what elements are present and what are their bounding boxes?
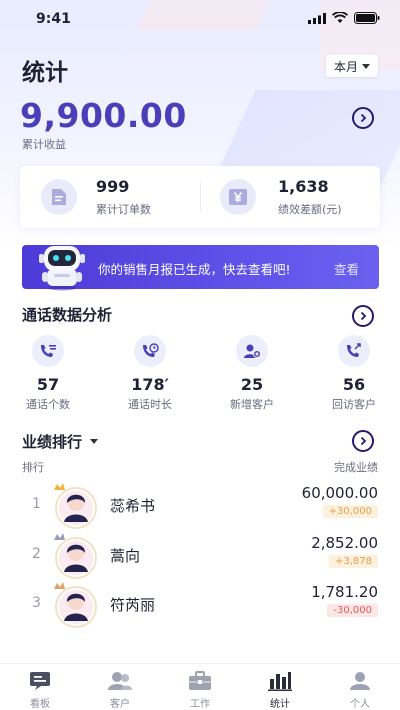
banner-view-link[interactable]: 查看 xyxy=(334,259,359,278)
avatar xyxy=(50,482,98,530)
ranking-row[interactable]: 3 符芮丽 1,781.20 -30,000 xyxy=(0,579,400,629)
profile-icon xyxy=(320,670,400,692)
performance-value: 1,638 xyxy=(278,177,329,196)
chevron-right-icon xyxy=(360,113,367,123)
customers-icon xyxy=(80,670,160,692)
performance-label: 绩效差额(元) xyxy=(278,203,342,216)
tab-profile-label: 个人 xyxy=(350,699,370,710)
chevron-down-icon xyxy=(90,439,99,444)
yen-icon xyxy=(220,179,256,215)
call-duration-value: 178′ xyxy=(131,375,169,394)
new-customers-label: 新增客户 xyxy=(230,398,274,411)
page-title: 统计 xyxy=(22,60,68,86)
rank-column-header: 排行 xyxy=(22,461,44,474)
call-duration-label: 通话时长 xyxy=(128,398,172,411)
ranking-title-dropdown[interactable]: 业绩排行 xyxy=(22,431,99,452)
call-count-label: 通话个数 xyxy=(26,398,70,411)
rank-amount: 1,781.20 xyxy=(311,583,378,601)
total-earnings-label: 累计收益 xyxy=(22,138,66,151)
crown-icon xyxy=(54,483,65,490)
avatar xyxy=(50,581,98,629)
rank-name: 蒿向 xyxy=(110,547,141,565)
stats-icon xyxy=(240,670,320,692)
phone-list-icon xyxy=(32,335,64,367)
wifi-icon xyxy=(332,12,348,23)
bottom-tab-bar: 看板 客户 工作 统计 个人 xyxy=(0,663,400,710)
tab-work-label: 工作 xyxy=(190,699,210,710)
summary-performance[interactable]: 1,638 绩效差额(元) xyxy=(200,166,380,228)
new-customers-value: 25 xyxy=(240,375,264,394)
rank-delta-badge: +3,878 xyxy=(328,555,378,568)
call-analysis-detail-button[interactable] xyxy=(352,305,374,327)
summary-orders[interactable]: 999 累计订单数 xyxy=(20,166,200,228)
summary-card: 999 累计订单数 1,638 绩效差额(元) xyxy=(20,166,380,228)
ranking-row[interactable]: 2 蒿向 2,852.00 +3,878 xyxy=(0,530,400,580)
tab-board[interactable]: 看板 xyxy=(0,670,80,710)
call-stat-duration[interactable]: 178′ 通话时长 xyxy=(108,335,192,412)
battery-icon xyxy=(354,12,380,24)
revisits-value: 56 xyxy=(342,375,366,394)
avatar xyxy=(50,532,98,580)
board-icon xyxy=(0,670,80,692)
work-icon xyxy=(160,670,240,692)
call-count-value: 57 xyxy=(36,375,60,394)
document-icon xyxy=(41,179,77,215)
add-user-icon xyxy=(236,335,268,367)
period-label: 本月 xyxy=(333,59,358,74)
rank-amount: 60,000.00 xyxy=(301,484,378,502)
crown-icon xyxy=(54,533,65,540)
ranking-title: 业绩排行 xyxy=(22,433,83,451)
rank-number: 2 xyxy=(32,546,41,562)
tab-board-label: 看板 xyxy=(30,699,50,710)
total-earnings: 9,900.00 xyxy=(20,96,187,135)
call-stat-count[interactable]: 57 通话个数 xyxy=(6,335,90,412)
crown-icon xyxy=(54,582,65,589)
rank-name: 符芮丽 xyxy=(110,596,156,614)
ranking-row[interactable]: 1 蕊希书 60,000.00 +30,000 xyxy=(0,480,400,530)
ranking-detail-button[interactable] xyxy=(352,430,374,452)
revisits-label: 回访客户 xyxy=(332,398,376,411)
call-analysis-title: 通话数据分析 xyxy=(22,306,113,324)
rank-amount: 2,852.00 xyxy=(311,534,378,552)
rank-number: 1 xyxy=(32,496,41,512)
status-bar: 9:41 xyxy=(0,0,400,38)
monthly-report-banner[interactable]: 你的销售月报已生成，快去查看吧! 查看 xyxy=(22,245,379,291)
orders-label: 累计订单数 xyxy=(96,203,151,216)
robot-icon xyxy=(39,246,85,291)
signal-icon xyxy=(308,12,326,24)
status-icons xyxy=(308,12,380,24)
rank-number: 3 xyxy=(32,595,41,611)
orders-value: 999 xyxy=(96,177,130,196)
rank-delta-badge: +30,000 xyxy=(322,505,378,518)
period-select[interactable]: 本月 xyxy=(326,55,378,77)
chevron-down-icon xyxy=(362,63,370,69)
call-stat-revisits[interactable]: 56 回访客户 xyxy=(312,335,396,412)
tab-customers-label: 客户 xyxy=(110,699,130,710)
tab-customers[interactable]: 客户 xyxy=(80,670,160,710)
tab-work[interactable]: 工作 xyxy=(160,670,240,710)
tab-stats[interactable]: 统计 xyxy=(240,670,320,710)
performance-column-header: 完成业绩 xyxy=(334,461,378,474)
rank-name: 蕊希书 xyxy=(110,497,156,515)
tab-stats-label: 统计 xyxy=(270,699,290,710)
call-stat-new-customers[interactable]: 25 新增客户 xyxy=(210,335,294,412)
status-time: 9:41 xyxy=(36,11,71,27)
phone-clock-icon xyxy=(134,335,166,367)
callback-icon xyxy=(338,335,370,367)
chevron-right-icon xyxy=(360,311,367,321)
rank-delta-badge: -30,000 xyxy=(327,604,378,617)
tab-profile[interactable]: 个人 xyxy=(320,670,400,710)
chevron-right-icon xyxy=(360,436,367,446)
banner-text: 你的销售月报已生成，快去查看吧! xyxy=(98,262,291,277)
earnings-detail-button[interactable] xyxy=(352,107,374,129)
